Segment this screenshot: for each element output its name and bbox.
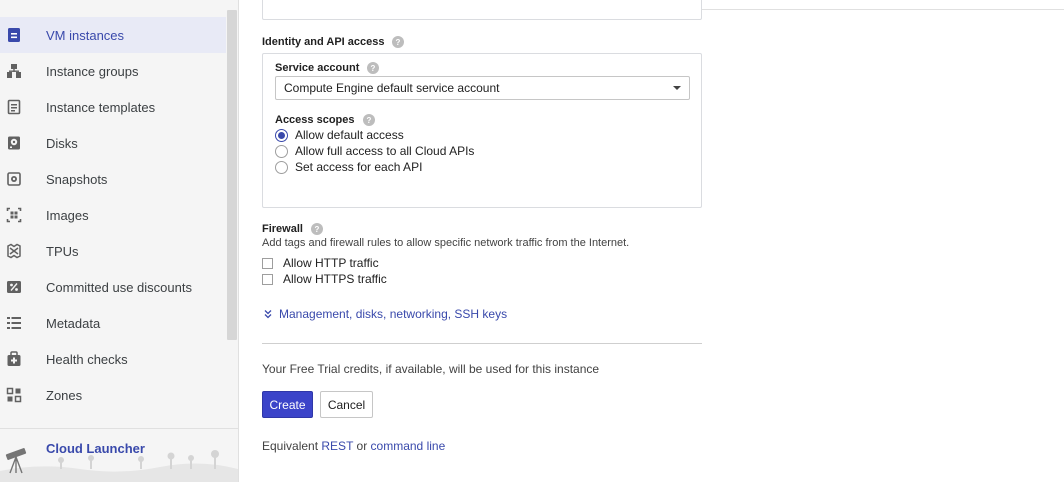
- radio-allow-full-access[interactable]: Allow full access to all Cloud APIs: [275, 143, 474, 159]
- metadata-list-icon: [6, 315, 22, 331]
- service-account-label: Service account ?: [275, 62, 380, 74]
- sidebar-item-label: TPUs: [46, 243, 79, 259]
- vm-instances-icon: [6, 27, 22, 43]
- help-icon[interactable]: ?: [392, 36, 405, 48]
- radio-set-access-each-api[interactable]: Set access for each API: [275, 159, 422, 175]
- svg-text:?: ?: [315, 225, 320, 234]
- dropdown-caret-icon: [673, 86, 681, 90]
- equivalent-or: or: [356, 439, 368, 453]
- images-icon: [6, 207, 22, 223]
- radio-label: Allow full access to all Cloud APIs: [295, 144, 475, 158]
- instance-groups-icon: [6, 63, 22, 79]
- equivalent-line: Equivalent REST or command line: [262, 439, 445, 453]
- help-icon[interactable]: ?: [310, 223, 323, 235]
- sidebar-item-images[interactable]: Images: [0, 197, 226, 233]
- tpu-icon: [6, 243, 22, 259]
- identity-card: Service account ? Compute Engine default…: [262, 53, 702, 208]
- snapshot-icon: [6, 171, 22, 187]
- sidebar-item-metadata[interactable]: Metadata: [0, 305, 226, 341]
- sidebar-item-label: Metadata: [46, 315, 101, 331]
- service-account-value: Compute Engine default service account: [284, 81, 500, 95]
- firewall-title-text: Firewall: [262, 223, 303, 235]
- command-line-link[interactable]: command line: [371, 439, 446, 453]
- firewall-description: Add tags and firewall rules to allow spe…: [262, 237, 630, 249]
- sidebar-item-committed-use-discounts[interactable]: Committed use discounts: [0, 269, 226, 305]
- sidebar-item-zones[interactable]: Zones: [0, 377, 226, 413]
- percent-icon: [6, 279, 22, 295]
- access-scopes-label-text: Access scopes: [275, 114, 355, 126]
- previous-section-card: [262, 0, 702, 20]
- svg-text:?: ?: [366, 116, 371, 125]
- sidebar-item-label: Images: [46, 207, 89, 223]
- health-check-icon: [6, 351, 22, 367]
- management-expand-link[interactable]: Management, disks, networking, SSH keys: [262, 306, 507, 322]
- free-trial-note: Your Free Trial credits, if available, w…: [262, 362, 600, 376]
- header-divider: [702, 9, 1064, 10]
- sidebar-item-disks[interactable]: Disks: [0, 125, 226, 161]
- sidebar-nav: VM instances Instance groups Instance te…: [0, 17, 226, 413]
- help-icon[interactable]: ?: [362, 114, 375, 126]
- radio-button[interactable]: [275, 144, 288, 158]
- sidebar-item-snapshots[interactable]: Snapshots: [0, 161, 226, 197]
- sidebar-item-label: Snapshots: [46, 171, 108, 187]
- access-scopes-label: Access scopes ?: [275, 114, 375, 126]
- help-icon[interactable]: ?: [367, 62, 380, 74]
- checkbox[interactable]: [262, 257, 273, 269]
- sidebar-item-label: Instance groups: [46, 63, 139, 79]
- sidebar-item-label: VM instances: [46, 27, 125, 43]
- radio-button-selected[interactable]: [275, 128, 288, 142]
- section-divider: [262, 343, 702, 344]
- radio-label: Allow default access: [295, 128, 404, 142]
- sidebar-item-label: Committed use discounts: [46, 279, 192, 295]
- expand-link-text: Management, disks, networking, SSH keys: [279, 307, 508, 321]
- sidebar: VM instances Instance groups Instance te…: [0, 0, 239, 482]
- sidebar-item-instance-templates[interactable]: Instance templates: [0, 89, 226, 125]
- zones-icon: [6, 387, 22, 403]
- radio-button[interactable]: [275, 160, 288, 174]
- cancel-button[interactable]: Cancel: [320, 391, 373, 418]
- checkbox-allow-http[interactable]: Allow HTTP traffic: [262, 255, 379, 271]
- rest-link[interactable]: REST: [321, 439, 353, 453]
- sidebar-item-health-checks[interactable]: Health checks: [0, 341, 226, 377]
- identity-section-title: Identity and API access ?: [262, 36, 405, 48]
- sidebar-item-label: Disks: [46, 135, 78, 151]
- telescope-icon: [2, 445, 32, 475]
- sidebar-item-instance-groups[interactable]: Instance groups: [0, 53, 226, 89]
- checkbox-label: Allow HTTPS traffic: [283, 272, 387, 286]
- sidebar-item-tpus[interactable]: TPUs: [0, 233, 226, 269]
- service-account-select[interactable]: Compute Engine default service account: [275, 76, 690, 100]
- create-button[interactable]: Create: [262, 391, 313, 418]
- firewall-section-title: Firewall ?: [262, 223, 323, 235]
- checkbox[interactable]: [262, 273, 273, 285]
- identity-title-text: Identity and API access: [262, 36, 385, 48]
- service-account-label-text: Service account: [275, 62, 360, 74]
- sidebar-item-label: Instance templates: [46, 99, 156, 115]
- sidebar-item-label: Cloud Launcher: [46, 441, 145, 456]
- checkbox-allow-https[interactable]: Allow HTTPS traffic: [262, 271, 387, 287]
- radio-allow-default-access[interactable]: Allow default access: [275, 127, 404, 143]
- sidebar-item-vm-instances[interactable]: VM instances: [0, 17, 226, 53]
- checkbox-label: Allow HTTP traffic: [283, 256, 379, 270]
- disk-icon: [6, 135, 22, 151]
- radio-label: Set access for each API: [295, 160, 423, 174]
- double-chevron-down-icon: [264, 310, 272, 319]
- svg-text:?: ?: [371, 64, 376, 73]
- sidebar-item-label: Zones: [46, 387, 83, 403]
- sidebar-item-cloud-launcher[interactable]: Cloud Launcher: [0, 428, 238, 482]
- sidebar-item-label: Health checks: [46, 351, 128, 367]
- instance-templates-icon: [6, 99, 22, 115]
- sidebar-scrollbar[interactable]: [227, 10, 237, 340]
- equivalent-prefix: Equivalent: [262, 439, 319, 453]
- svg-text:?: ?: [396, 38, 401, 47]
